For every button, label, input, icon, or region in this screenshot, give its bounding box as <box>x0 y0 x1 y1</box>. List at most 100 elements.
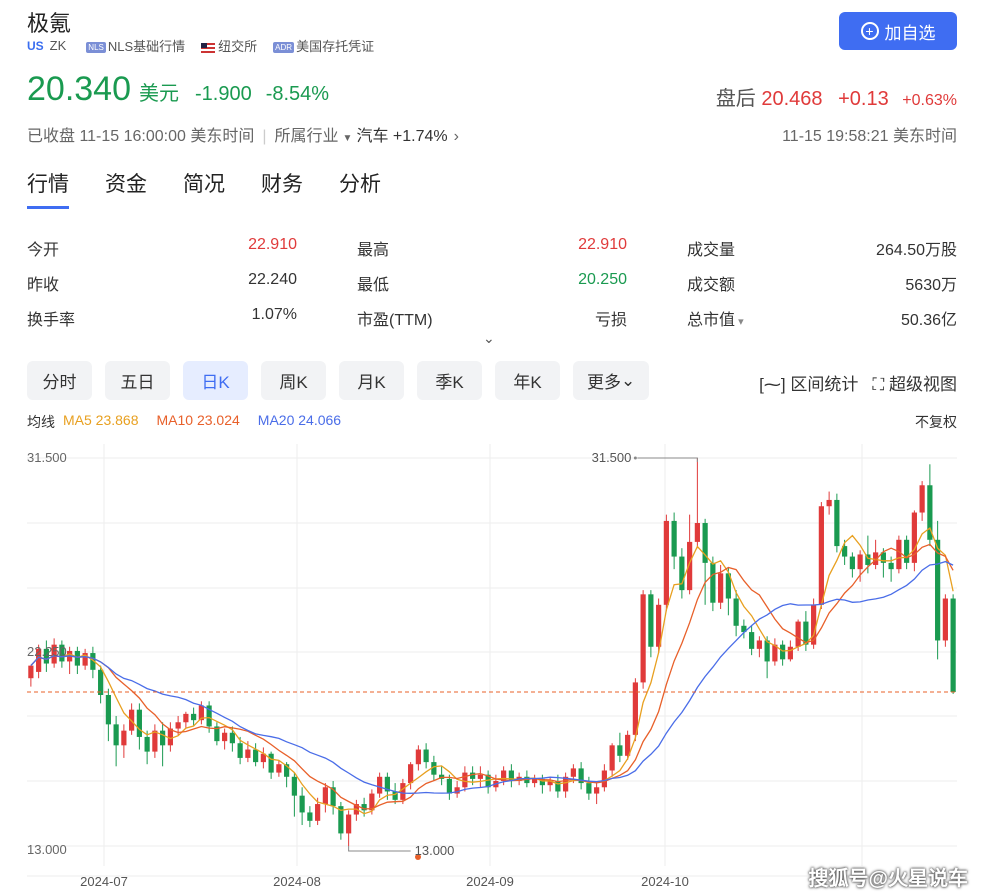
stat-cell: 最低 20.250 <box>357 271 627 295</box>
candle-body <box>253 749 259 763</box>
candle-body <box>834 499 840 547</box>
adjust-selector[interactable]: 不复权 <box>915 412 957 432</box>
industry-link[interactable]: 所属行业 ▼ 汽车 +1.74% › <box>275 128 459 145</box>
stat-label: 最高 <box>357 241 390 259</box>
period-tab-5[interactable]: 季K <box>417 361 482 400</box>
tab-1[interactable]: 资金 <box>105 168 147 209</box>
chart-tools: [⁓] 区间统计 ⛶ 超级视图 <box>759 370 957 395</box>
candle-body <box>942 598 948 641</box>
price-block: 20.340 美元 -1.900 -8.54% <box>27 70 329 109</box>
stat-label: 成交额 <box>687 276 736 294</box>
stat-cell: 最高 22.910 <box>357 236 627 260</box>
candle-body <box>818 506 824 605</box>
after-hours-label: 盘后 <box>715 88 756 110</box>
period-tab-7[interactable]: 更多 ⌄ <box>573 361 650 400</box>
candle-body <box>663 520 669 605</box>
tab-4[interactable]: 分析 <box>339 168 381 209</box>
candle-body <box>152 730 158 752</box>
period-tab-6[interactable]: 年K <box>495 361 560 400</box>
adr-icon: ADR <box>273 42 295 54</box>
candle-body <box>640 594 646 683</box>
price-change-pct: -8.54% <box>265 83 330 105</box>
range-stats-button[interactable]: [⁓] 区间统计 <box>759 370 858 395</box>
nls-icon: NLS <box>86 42 106 54</box>
stat-value: 亏损 <box>594 311 627 329</box>
candle-body <box>423 749 429 763</box>
chevron-right-icon: › <box>453 128 459 145</box>
adr-label: 美国存托凭证 <box>296 39 375 54</box>
candle-body <box>113 724 119 746</box>
ma20-line <box>30 560 954 794</box>
after-hours-change: +0.13 <box>838 88 889 110</box>
stat-label: 最低 <box>357 276 390 294</box>
candle-body <box>749 632 755 649</box>
range-icon: [⁓] <box>759 375 786 394</box>
candle-body <box>826 499 832 507</box>
period-tab-0[interactable]: 分时 <box>27 361 92 400</box>
y-axis-label: 22.250 <box>27 644 67 659</box>
exchange-label: 纽交所 <box>218 39 258 54</box>
watermark: 搜狐号@火星说车 <box>808 868 968 890</box>
candle-body <box>136 709 142 737</box>
candle-body <box>888 562 894 570</box>
candle-body <box>462 772 468 788</box>
candlestick-chart[interactable]: 31.500 22.250 13.000 2024-07 2024-08 2024-09 2… <box>0 440 990 895</box>
last-price: 20.340 <box>27 70 131 108</box>
stat-cell: 成交量 264.50万股 <box>687 236 957 260</box>
status-line: 已收盘 11-15 16:00:00 美东时间 | 所属行业 ▼ 汽车 +1.74% › <box>27 128 459 145</box>
stats-row: 今开 22.910 最高 22.910 成交量 264.50万股 <box>27 230 957 265</box>
ma10-line <box>30 543 954 810</box>
candle-body <box>896 539 902 570</box>
market-status: 已收盘 11-15 16:00:00 美东时间 <box>27 128 255 145</box>
candle-body <box>322 787 328 805</box>
price-change: -1.900 <box>195 83 252 105</box>
candle-body <box>276 764 282 773</box>
candle-body <box>935 539 941 641</box>
add-watchlist-label: 加自选 <box>884 23 936 43</box>
candle-body <box>237 743 243 758</box>
candle-body <box>346 814 352 834</box>
tab-0[interactable]: 行情 <box>27 168 69 209</box>
period-tab-1[interactable]: 五日 <box>105 361 170 400</box>
caret-down-icon[interactable]: ▾ <box>735 316 744 328</box>
candle-body <box>377 776 383 794</box>
tab-3[interactable]: 财务 <box>261 168 303 209</box>
candle-body <box>229 732 235 744</box>
candle-body <box>594 787 600 794</box>
tab-2[interactable]: 简况 <box>183 168 225 209</box>
x-axis-label: 2024-10 <box>641 874 689 889</box>
stat-value: 22.910 <box>578 235 627 253</box>
range-label: 区间统计 <box>790 375 859 394</box>
candle-body <box>175 722 181 729</box>
candle-body <box>191 713 197 721</box>
period-tab-3[interactable]: 周K <box>261 361 326 400</box>
stat-label: 市盈(TTM) <box>357 311 433 329</box>
stat-label: 换手率 <box>27 311 76 329</box>
candle-body <box>400 783 406 800</box>
stat-label: 成交量 <box>687 241 736 259</box>
stat-value: 1.07% <box>251 305 297 323</box>
min-label: 13.000 <box>415 843 455 858</box>
candle-body <box>74 650 80 666</box>
add-watchlist-button[interactable]: + 加自选 <box>839 12 957 50</box>
ticker: ZK <box>49 38 67 53</box>
max-label: 31.500 <box>592 450 632 465</box>
super-view-button[interactable]: ⛶ 超级视图 <box>872 370 957 395</box>
plus-icon: + <box>860 22 879 40</box>
period-tab-4[interactable]: 月K <box>339 361 404 400</box>
candle-body <box>470 772 476 779</box>
caret-down-icon: ▼ <box>342 133 353 144</box>
candle-body <box>222 732 228 742</box>
super-view-label: 超级视图 <box>889 375 957 394</box>
period-tab-2[interactable]: 日K <box>183 361 248 400</box>
candle-body <box>315 804 321 821</box>
candle-body <box>609 745 615 771</box>
stat-value: 50.36亿 <box>900 311 957 329</box>
nls-tag[interactable]: NLS NLS基础行情 <box>86 36 185 55</box>
stat-cell: 昨收 22.240 <box>27 271 297 295</box>
stat-value: 22.240 <box>248 270 297 288</box>
candle-body <box>718 573 724 603</box>
stock-name: 极氪 <box>27 11 72 36</box>
candle-body <box>245 749 251 758</box>
expand-chevron-icon[interactable]: ⌄ <box>483 330 495 347</box>
